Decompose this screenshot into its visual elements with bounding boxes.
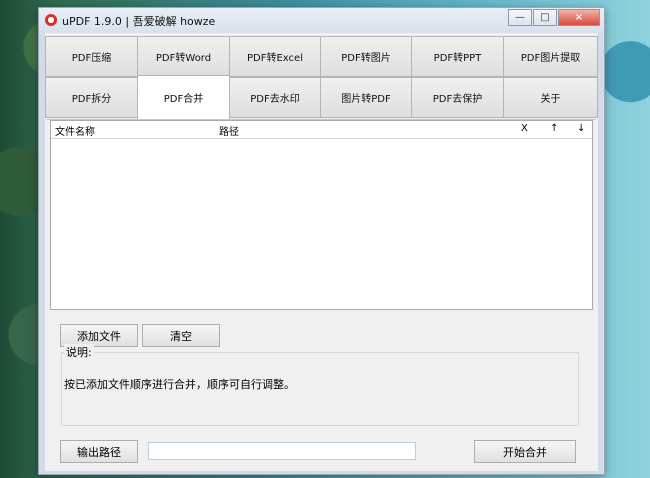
- tab-pdf-to-image[interactable]: PDF转图片: [320, 36, 412, 77]
- tab-about[interactable]: 关于: [503, 77, 598, 118]
- close-button[interactable]: ×: [558, 9, 600, 26]
- window-title: uPDF 1.9.0 | 吾爱破解 howze: [62, 15, 216, 28]
- tab-pdf-split[interactable]: PDF拆分: [45, 77, 138, 118]
- tab-pdf-to-word[interactable]: PDF转Word: [137, 36, 230, 77]
- tab-pdf-compress[interactable]: PDF压缩: [45, 36, 138, 77]
- app-window: ● uPDF 1.9.0 | 吾爱破解 howze — □ × PDF压缩 PD…: [38, 7, 605, 475]
- column-file-name[interactable]: 文件名称: [55, 123, 95, 138]
- minimize-button[interactable]: —: [508, 9, 532, 26]
- tab-pdf-image-extract[interactable]: PDF图片提取: [503, 36, 598, 77]
- title-bar[interactable]: ● uPDF 1.9.0 | 吾爱破解 howze — □ ×: [39, 8, 604, 33]
- pdf-app-icon: ●: [45, 14, 57, 26]
- merge-panel: 文件名称 路径 X ↑ ↓ 添加文件 清空 说明: 按已添加文件顺序进行合并，顺…: [47, 119, 596, 470]
- tab-pdf-watermark-remove[interactable]: PDF去水印: [229, 77, 321, 118]
- column-path[interactable]: 路径: [219, 123, 239, 138]
- start-merge-button[interactable]: 开始合并: [474, 440, 576, 463]
- tab-pdf-remove-protection[interactable]: PDF去保护: [411, 77, 504, 118]
- description-text: 按已添加文件顺序进行合并，顺序可自行调整。: [64, 378, 295, 391]
- function-tabs: PDF压缩 PDF转Word PDF转Excel PDF转图片 PDF转PPT …: [45, 33, 598, 123]
- file-list[interactable]: 文件名称 路径 X ↑ ↓: [50, 120, 593, 310]
- maximize-button[interactable]: □: [533, 9, 557, 26]
- tab-pdf-to-excel[interactable]: PDF转Excel: [229, 36, 321, 77]
- clear-button[interactable]: 清空: [142, 324, 220, 347]
- client-area: PDF压缩 PDF转Word PDF转Excel PDF转图片 PDF转PPT …: [45, 33, 598, 471]
- column-move-up[interactable]: ↑: [550, 123, 558, 134]
- window-controls: — □ ×: [508, 9, 600, 26]
- tab-image-to-pdf[interactable]: 图片转PDF: [320, 77, 412, 118]
- output-path-button[interactable]: 输出路径: [60, 440, 138, 463]
- column-move-down[interactable]: ↓: [577, 123, 585, 134]
- column-remove[interactable]: X: [521, 123, 528, 134]
- tab-pdf-to-ppt[interactable]: PDF转PPT: [411, 36, 504, 77]
- tab-pdf-merge[interactable]: PDF合并: [137, 75, 230, 120]
- output-path-input[interactable]: [148, 442, 416, 460]
- description-label: 说明:: [64, 344, 94, 360]
- file-list-header: 文件名称 路径 X ↑ ↓: [51, 121, 592, 139]
